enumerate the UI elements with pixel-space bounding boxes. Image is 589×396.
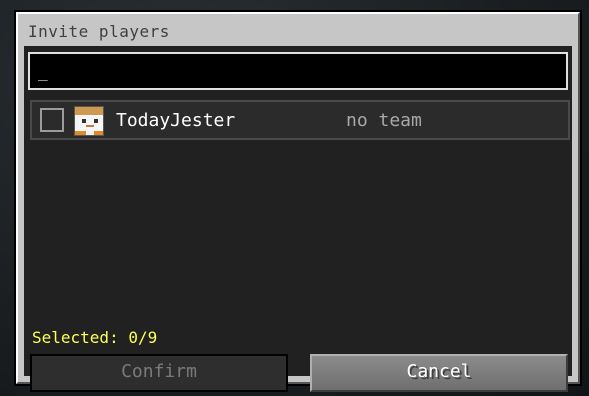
list-item[interactable]: TodayJester no team bbox=[30, 100, 570, 140]
player-checkbox[interactable] bbox=[40, 108, 64, 132]
player-avatar bbox=[74, 106, 104, 136]
confirm-button[interactable]: Confirm bbox=[30, 354, 288, 392]
invite-players-dialog: Invite players _ TodayJester no team Sel… bbox=[16, 12, 580, 392]
search-input[interactable]: _ bbox=[28, 52, 568, 90]
dialog-title: Invite players bbox=[28, 22, 170, 41]
player-name: TodayJester bbox=[116, 110, 236, 131]
player-team: no team bbox=[346, 110, 422, 131]
selected-count: Selected: 0/9 bbox=[32, 328, 158, 347]
search-input-value: _ bbox=[38, 62, 48, 81]
cancel-button[interactable]: Cancel bbox=[310, 354, 568, 392]
dialog-panel: _ TodayJester no team Selected: 0/9 Conf… bbox=[24, 46, 572, 392]
